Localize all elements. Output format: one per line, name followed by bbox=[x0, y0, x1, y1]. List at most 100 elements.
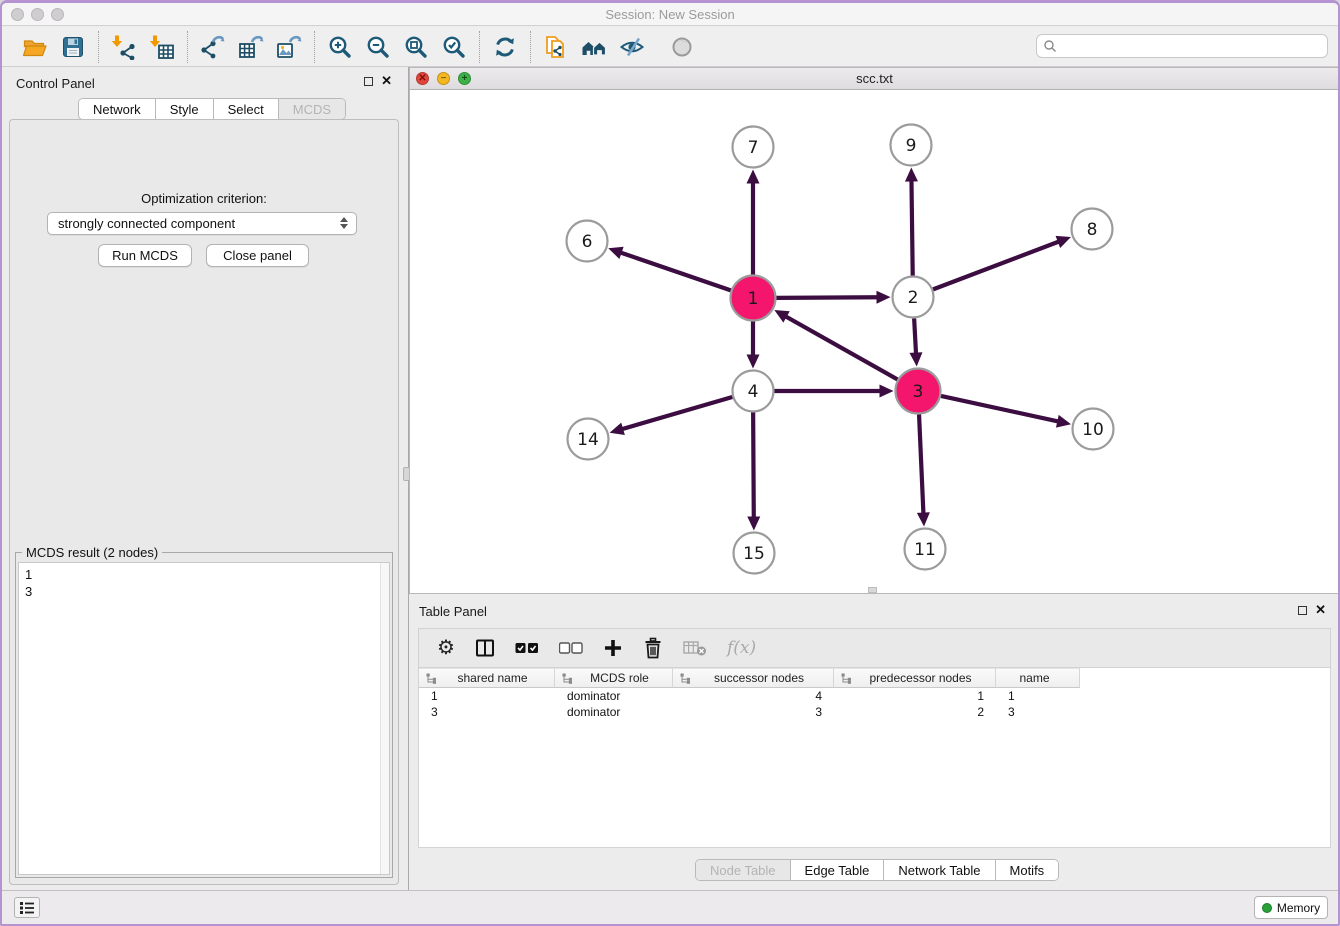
task-history-button[interactable] bbox=[14, 897, 40, 918]
network-title: scc.txt bbox=[410, 71, 1339, 86]
zoom-in-icon[interactable] bbox=[327, 34, 353, 60]
graph-node-15[interactable]: 15 bbox=[734, 533, 775, 574]
memory-button[interactable]: Memory bbox=[1254, 896, 1328, 919]
graph-node-7[interactable]: 7 bbox=[733, 127, 774, 168]
graph-edge-1-7[interactable] bbox=[747, 170, 760, 275]
graph-edge-1-2[interactable] bbox=[776, 291, 890, 304]
export-table-icon[interactable] bbox=[238, 34, 264, 60]
graph-edge-3-1[interactable] bbox=[774, 310, 897, 379]
open-file-icon[interactable] bbox=[22, 34, 48, 60]
canvas-splitter-handle[interactable] bbox=[868, 587, 877, 593]
import-table-icon[interactable] bbox=[149, 34, 175, 60]
close-panel-icon[interactable]: ✕ bbox=[1315, 605, 1326, 615]
search-icon bbox=[1043, 39, 1057, 53]
export-network-icon[interactable] bbox=[200, 34, 226, 60]
tab-motifs[interactable]: Motifs bbox=[996, 860, 1059, 880]
float-panel-icon[interactable] bbox=[364, 77, 373, 86]
column-header-successor-nodes[interactable]: successor nodes bbox=[673, 668, 834, 688]
zoom-selected-icon[interactable] bbox=[441, 34, 467, 60]
refresh-icon[interactable] bbox=[492, 34, 518, 60]
hierarchy-icon bbox=[426, 673, 437, 684]
graph-node-14[interactable]: 14 bbox=[568, 419, 609, 460]
graph-node-1[interactable]: 1 bbox=[731, 276, 776, 321]
svg-text:8: 8 bbox=[1087, 220, 1098, 240]
float-panel-icon[interactable] bbox=[1298, 606, 1307, 615]
result-scrollbar[interactable] bbox=[380, 563, 389, 874]
column-header-predecessor-nodes[interactable]: predecessor nodes bbox=[834, 668, 996, 688]
control-panel: Control Panel ✕ Network Style Select MCD… bbox=[2, 67, 406, 890]
tab-mcds[interactable]: MCDS bbox=[279, 99, 345, 119]
graph-edge-3-10[interactable] bbox=[941, 396, 1071, 428]
export-image-icon[interactable] bbox=[276, 34, 302, 60]
select-stepper-icon bbox=[338, 217, 349, 229]
network-graph[interactable]: 7 9 6 8 1 2 4 3 14 10 15 11 bbox=[410, 90, 1339, 593]
tab-style[interactable]: Style bbox=[156, 99, 214, 119]
table-cell: 3 bbox=[673, 705, 834, 719]
table-row[interactable]: 1dominator411 bbox=[419, 688, 1330, 704]
graph-node-10[interactable]: 10 bbox=[1073, 409, 1114, 450]
select-all-columns-icon[interactable] bbox=[515, 642, 539, 654]
show-columns-icon[interactable] bbox=[475, 638, 495, 658]
nested-networks-icon[interactable] bbox=[581, 34, 607, 60]
table-cell: 4 bbox=[673, 689, 834, 703]
tab-network-table[interactable]: Network Table bbox=[884, 860, 995, 880]
graph-edge-4-14[interactable] bbox=[610, 397, 733, 435]
graph-node-3[interactable]: 3 bbox=[896, 369, 941, 414]
zoom-out-icon[interactable] bbox=[365, 34, 391, 60]
mcds-result-text: 1 3 bbox=[25, 566, 32, 600]
svg-text:11: 11 bbox=[914, 540, 936, 560]
network-canvas[interactable]: 7 9 6 8 1 2 4 3 14 10 15 11 bbox=[410, 90, 1339, 593]
graph-edge-2-3[interactable] bbox=[909, 318, 922, 366]
graph-edge-1-4[interactable] bbox=[747, 322, 760, 369]
graph-node-4[interactable]: 4 bbox=[733, 371, 774, 412]
column-header-label: shared name bbox=[437, 671, 554, 685]
column-header-shared-name[interactable]: shared name bbox=[419, 668, 555, 688]
graph-node-9[interactable]: 9 bbox=[891, 125, 932, 166]
tab-select[interactable]: Select bbox=[214, 99, 279, 119]
column-header-label: name bbox=[996, 671, 1079, 685]
network-frame-titlebar[interactable]: ✕ − + scc.txt bbox=[410, 68, 1339, 90]
memory-status-icon bbox=[1262, 903, 1272, 913]
tab-node-table[interactable]: Node Table bbox=[696, 860, 791, 880]
graph-edge-1-6[interactable] bbox=[608, 247, 730, 291]
tab-edge-table[interactable]: Edge Table bbox=[791, 860, 885, 880]
graph-edge-2-8[interactable] bbox=[933, 236, 1071, 289]
table-cell: 2 bbox=[834, 705, 996, 719]
control-panel-tabs: Network Style Select MCDS bbox=[78, 98, 346, 120]
graph-node-2[interactable]: 2 bbox=[893, 277, 934, 318]
delete-columns-icon[interactable] bbox=[643, 637, 663, 659]
graph-node-11[interactable]: 11 bbox=[905, 529, 946, 570]
add-column-icon[interactable] bbox=[603, 638, 623, 658]
svg-text:14: 14 bbox=[577, 430, 599, 450]
hierarchy-icon bbox=[841, 673, 852, 684]
tab-network[interactable]: Network bbox=[79, 99, 156, 119]
criterion-select[interactable]: strongly connected component bbox=[47, 212, 357, 235]
table-options-gear-icon[interactable]: ⚙ bbox=[437, 638, 455, 658]
graph-edge-4-15[interactable] bbox=[747, 412, 760, 530]
mcds-result-area[interactable]: 1 3 bbox=[18, 562, 390, 875]
hide-graphics-details-icon[interactable] bbox=[619, 34, 645, 60]
graph-edge-3-11[interactable] bbox=[917, 414, 930, 526]
graph-edge-4-3[interactable] bbox=[775, 385, 894, 398]
close-panel-button[interactable]: Close panel bbox=[206, 244, 309, 267]
run-mcds-button[interactable]: Run MCDS bbox=[98, 244, 192, 267]
column-header-MCDS-role[interactable]: MCDS role bbox=[555, 668, 673, 688]
table-row[interactable]: 3dominator323 bbox=[419, 704, 1330, 720]
delete-table-disabled-icon bbox=[683, 639, 707, 657]
graph-node-8[interactable]: 8 bbox=[1072, 209, 1113, 250]
close-panel-icon[interactable]: ✕ bbox=[381, 76, 392, 86]
save-session-icon[interactable] bbox=[60, 34, 86, 60]
table-cell: dominator bbox=[555, 705, 673, 719]
graph-edge-2-9[interactable] bbox=[905, 167, 918, 275]
import-network-icon[interactable] bbox=[111, 34, 137, 60]
zoom-fit-icon[interactable] bbox=[403, 34, 429, 60]
clone-network-icon[interactable] bbox=[543, 34, 569, 60]
unselect-all-columns-icon[interactable] bbox=[559, 642, 583, 654]
show-hide-disabled-eye-icon bbox=[669, 34, 695, 60]
table-cell: 1 bbox=[834, 689, 996, 703]
column-header-name[interactable]: name bbox=[996, 668, 1080, 688]
graph-node-6[interactable]: 6 bbox=[567, 221, 608, 262]
search-input[interactable] bbox=[1057, 37, 1327, 55]
table-header-row: shared nameMCDS rolesuccessor nodesprede… bbox=[419, 668, 1330, 688]
svg-text:10: 10 bbox=[1082, 420, 1104, 440]
